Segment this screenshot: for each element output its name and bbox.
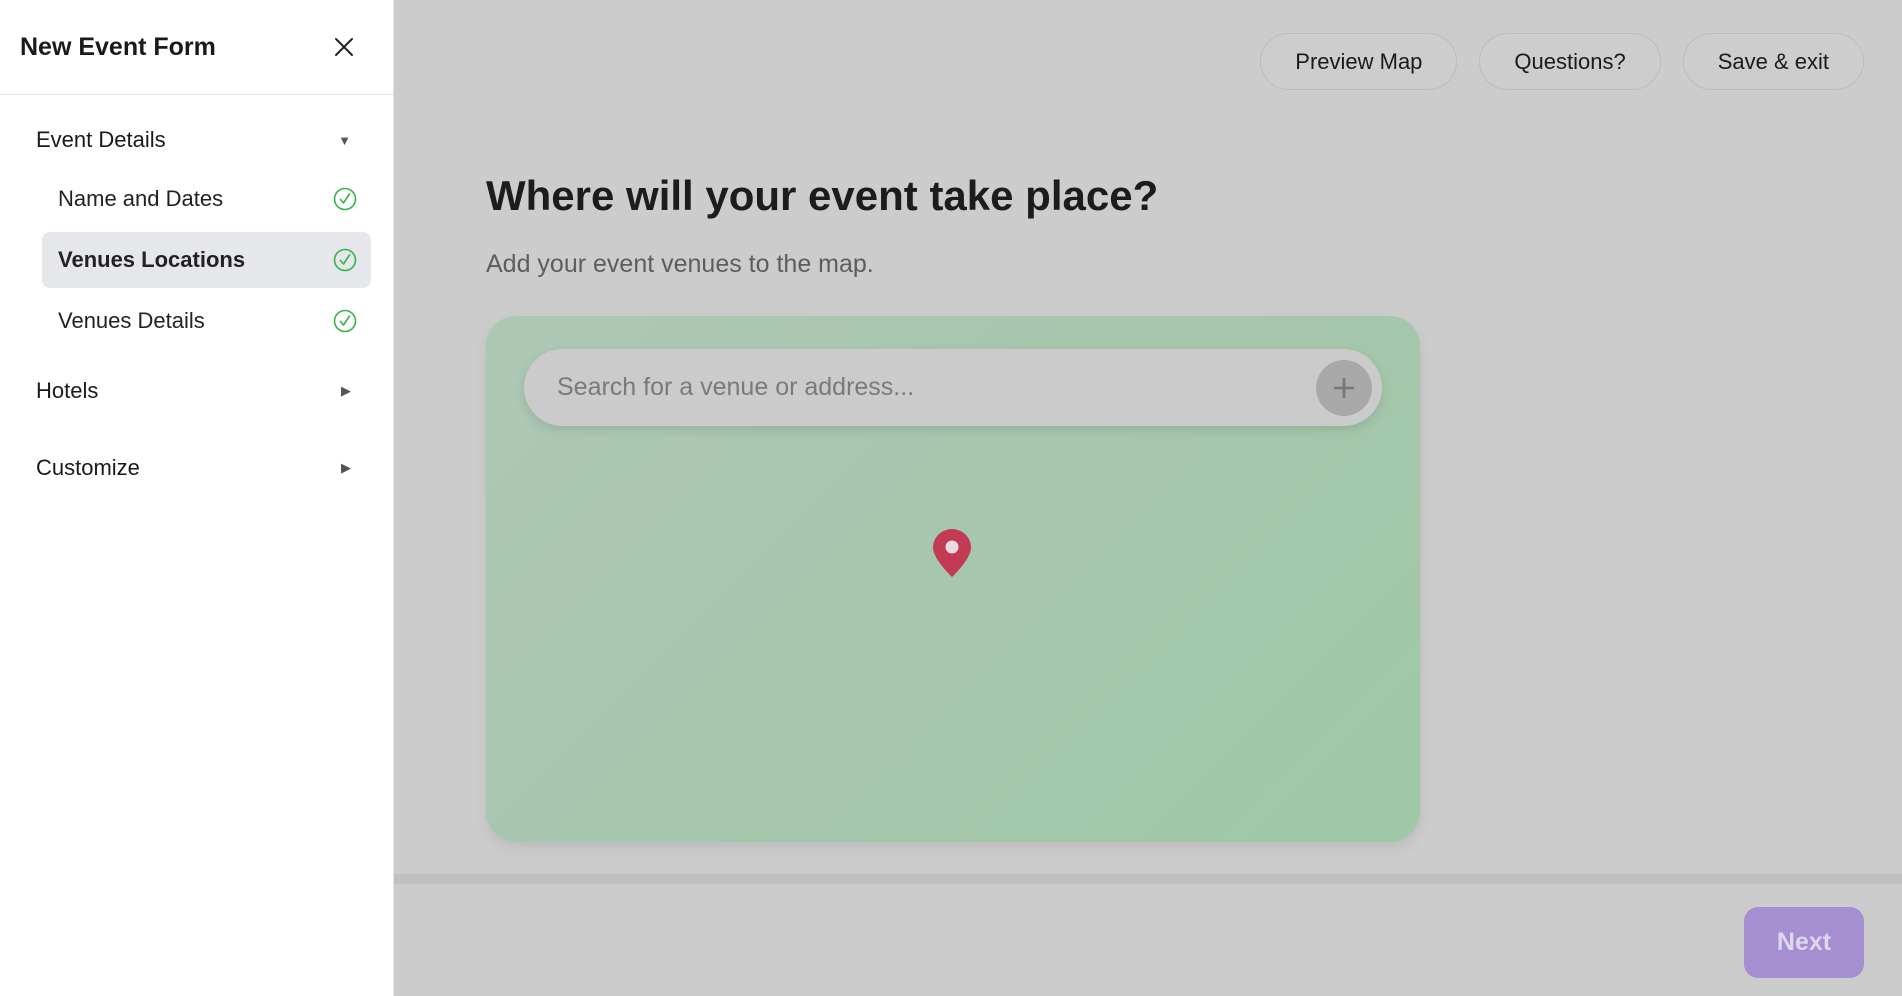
caret-down-icon: ▼ <box>338 132 351 148</box>
plus-icon <box>1333 377 1355 398</box>
section-label: Hotels <box>36 378 99 403</box>
map-pin-icon[interactable] <box>932 528 972 578</box>
section-event-details[interactable]: Event Details ▼ <box>0 115 393 165</box>
save-exit-button[interactable]: Save & exit <box>1682 33 1864 90</box>
sidebar-header: New Event Form <box>0 0 393 95</box>
page-title: Where will your event take place? <box>486 172 1159 219</box>
next-button[interactable]: Next <box>1744 907 1864 978</box>
check-circle-icon <box>333 248 357 272</box>
event-details-items: Name and Dates Venues Locations Venues D… <box>0 165 393 366</box>
sidebar-item-name-and-dates[interactable]: Name and Dates <box>42 171 371 227</box>
sidebar-item-label: Name and Dates <box>58 186 224 211</box>
venue-search-input[interactable] <box>557 373 1316 402</box>
add-venue-button[interactable] <box>1316 359 1372 416</box>
section-hotels[interactable]: Hotels ▶ <box>0 366 393 416</box>
close-icon <box>335 38 353 56</box>
sidebar-item-venues-details[interactable]: Venues Details <box>42 293 371 349</box>
sidebar-item-label: Venues Locations <box>58 247 246 272</box>
venue-map[interactable] <box>486 316 1420 842</box>
close-button[interactable] <box>327 30 361 64</box>
section-customize[interactable]: Customize ▶ <box>0 443 393 493</box>
footer-divider <box>394 874 1902 884</box>
page-subtitle: Add your event venues to the map. <box>486 250 874 278</box>
check-circle-icon <box>333 187 357 211</box>
caret-right-icon: ▶ <box>341 460 351 475</box>
sidebar-nav: Event Details ▼ Name and Dates Venues Lo… <box>0 95 393 493</box>
questions-button[interactable]: Questions? <box>1479 33 1661 90</box>
caret-right-icon: ▶ <box>341 383 351 398</box>
top-actions: Preview Map Questions? Save & exit <box>1260 33 1864 90</box>
section-label: Event Details <box>36 127 166 152</box>
sidebar-title: New Event Form <box>20 32 216 61</box>
section-label: Customize <box>36 455 140 480</box>
sidebar-item-venues-locations[interactable]: Venues Locations <box>42 232 371 288</box>
sidebar-item-label: Venues Details <box>58 308 205 333</box>
sidebar: New Event Form Event Details ▼ Name and … <box>0 0 394 996</box>
check-circle-icon <box>333 309 357 333</box>
preview-map-button[interactable]: Preview Map <box>1260 33 1458 90</box>
venue-search-bar <box>524 349 1382 426</box>
